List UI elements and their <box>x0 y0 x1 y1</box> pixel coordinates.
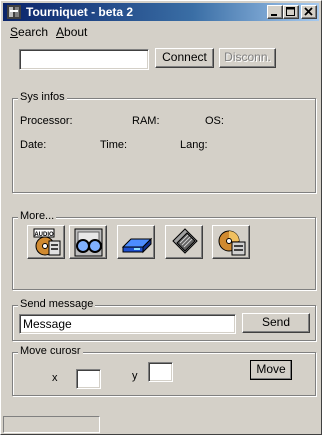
y-input[interactable] <box>148 362 173 382</box>
menu-about-accel: A <box>56 25 65 39</box>
maximize-button[interactable] <box>283 5 299 19</box>
menu-search[interactable]: Search <box>10 25 48 39</box>
webcam-glasses-icon <box>74 228 103 257</box>
cd-icon <box>218 230 246 256</box>
file-button[interactable] <box>165 225 203 259</box>
disconnect-button[interactable]: Disconn. <box>219 48 276 68</box>
x-label: x <box>52 372 58 384</box>
menu-bar: Search About <box>3 22 319 41</box>
cursor-title: Move curosr <box>18 345 83 357</box>
close-button[interactable] <box>301 5 317 19</box>
drive-icon <box>121 237 153 254</box>
cd-button[interactable] <box>212 225 250 259</box>
date-label: Date: <box>20 139 47 151</box>
app-window: Tourniquet - beta 2 Search About Connect… <box>0 0 322 435</box>
menu-search-accel: S <box>10 25 19 39</box>
address-input[interactable] <box>19 49 149 70</box>
minimize-icon <box>271 14 277 16</box>
window-title: Tourniquet - beta 2 <box>26 5 134 19</box>
webcam-button[interactable] <box>69 225 107 259</box>
ram-label: RAM: <box>132 115 160 127</box>
drive-button[interactable] <box>117 225 155 259</box>
y-label: y <box>132 370 138 382</box>
os-label: OS: <box>205 115 224 127</box>
title-bar[interactable]: Tourniquet - beta 2 <box>3 3 319 21</box>
status-bar <box>3 416 100 433</box>
move-button[interactable]: Move <box>250 360 292 380</box>
audio-icon: AUDIO <box>33 228 61 256</box>
menu-about-label: bout <box>64 25 88 39</box>
processor-label: Processor: <box>20 115 73 127</box>
close-icon <box>304 7 313 16</box>
file-icon <box>172 228 198 254</box>
audio-button[interactable]: AUDIO <box>27 225 65 259</box>
more-title: More... <box>18 210 57 222</box>
minimize-button[interactable] <box>267 5 283 19</box>
menu-search-label: earch <box>18 25 49 39</box>
sysinfo-group <box>12 98 316 193</box>
sysinfo-title: Sys infos <box>18 91 67 103</box>
time-label: Time: <box>100 139 128 151</box>
connect-button[interactable]: Connect <box>155 48 214 68</box>
maximize-icon <box>286 7 295 16</box>
lang-label: Lang: <box>180 139 208 151</box>
send-button[interactable]: Send <box>242 313 310 333</box>
send-title: Send message <box>18 298 96 310</box>
menu-about[interactable]: About <box>56 25 87 39</box>
x-input[interactable] <box>76 369 101 389</box>
app-icon[interactable] <box>6 4 22 20</box>
message-input[interactable]: Message <box>19 314 236 334</box>
